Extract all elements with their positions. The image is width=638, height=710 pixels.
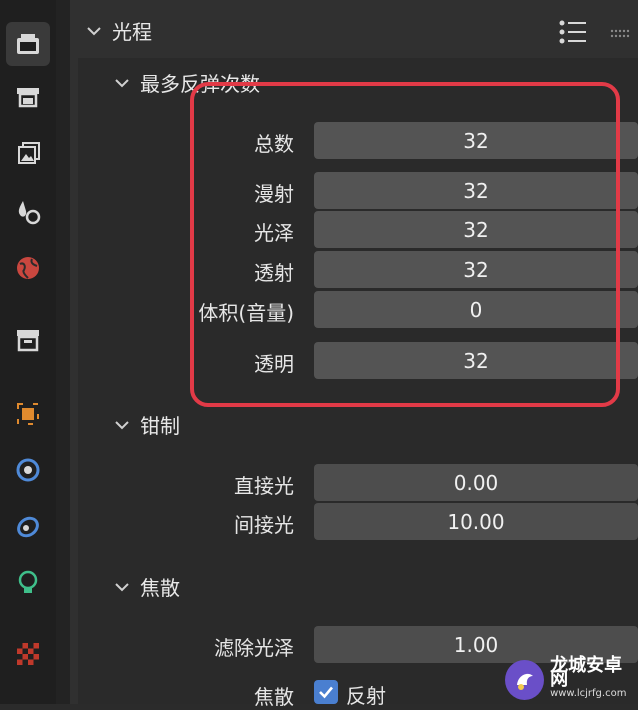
- reflective-label: 反射: [346, 684, 386, 708]
- chevron-down-icon: [114, 75, 130, 91]
- diffuse-bounces-field[interactable]: 32: [314, 172, 638, 209]
- transparent-label: 透明: [254, 352, 294, 376]
- watermark-title: 龙城安卓网: [550, 654, 623, 690]
- modifier-icon[interactable]: [6, 448, 50, 492]
- render-properties-icon[interactable]: [6, 22, 50, 66]
- caustics-header[interactable]: 焦散: [114, 572, 180, 601]
- reflective-caustics-checkbox[interactable]: [314, 680, 338, 704]
- total-bounces-field[interactable]: 32: [314, 122, 638, 159]
- texture-icon[interactable]: [6, 632, 50, 676]
- volume-label: 体积(音量): [198, 301, 294, 325]
- light-paths-header[interactable]: 光程: [86, 16, 152, 45]
- transmission-bounces-field[interactable]: 32: [314, 251, 638, 288]
- object-icon[interactable]: [6, 392, 50, 436]
- direct-light-label: 直接光: [234, 474, 294, 498]
- total-label: 总数: [254, 132, 294, 156]
- chevron-down-icon: [114, 417, 130, 433]
- world-icon[interactable]: [6, 246, 50, 290]
- indirect-light-field[interactable]: 10.00: [314, 503, 638, 540]
- max-bounces-header[interactable]: 最多反弹次数: [114, 68, 260, 97]
- filter-glossy-label: 滤除光泽: [214, 636, 294, 660]
- light-paths-title: 光程: [112, 20, 152, 44]
- output-properties-icon[interactable]: [6, 76, 50, 120]
- watermark-logo-icon: [505, 659, 545, 700]
- direct-light-field[interactable]: 0.00: [314, 464, 638, 501]
- properties-tab-bar: [0, 0, 56, 704]
- watermark: 龙城安卓网 www.lcjrfg.com: [505, 655, 638, 704]
- drag-grip-icon[interactable]: [610, 24, 632, 38]
- indirect-light-label: 间接光: [234, 513, 294, 537]
- chevron-down-icon: [114, 579, 130, 595]
- diffuse-label: 漫射: [254, 182, 294, 206]
- clamping-title: 钳制: [140, 414, 180, 438]
- clamping-header[interactable]: 钳制: [114, 410, 180, 439]
- transmission-label: 透射: [254, 261, 294, 285]
- chevron-down-icon: [86, 23, 102, 39]
- caustics-title: 焦散: [140, 576, 180, 600]
- watermark-url: www.lcjrfg.com: [550, 687, 627, 699]
- glossy-bounces-field[interactable]: 32: [314, 211, 638, 248]
- view-layer-icon[interactable]: [6, 132, 50, 176]
- collection-icon[interactable]: [6, 318, 50, 362]
- max-bounces-title: 最多反弹次数: [140, 72, 260, 96]
- transparent-bounces-field[interactable]: 32: [314, 342, 638, 379]
- list-menu-icon[interactable]: [558, 18, 588, 46]
- toolbar-separator: [56, 0, 70, 704]
- checkmark-icon: [319, 686, 333, 699]
- scene-icon[interactable]: [6, 190, 50, 234]
- caustics-label: 焦散: [254, 685, 294, 709]
- glossy-label: 光泽: [254, 221, 294, 245]
- object-data-light-icon[interactable]: [6, 560, 50, 604]
- volume-bounces-field[interactable]: 0: [314, 291, 638, 328]
- physics-icon[interactable]: [6, 504, 50, 548]
